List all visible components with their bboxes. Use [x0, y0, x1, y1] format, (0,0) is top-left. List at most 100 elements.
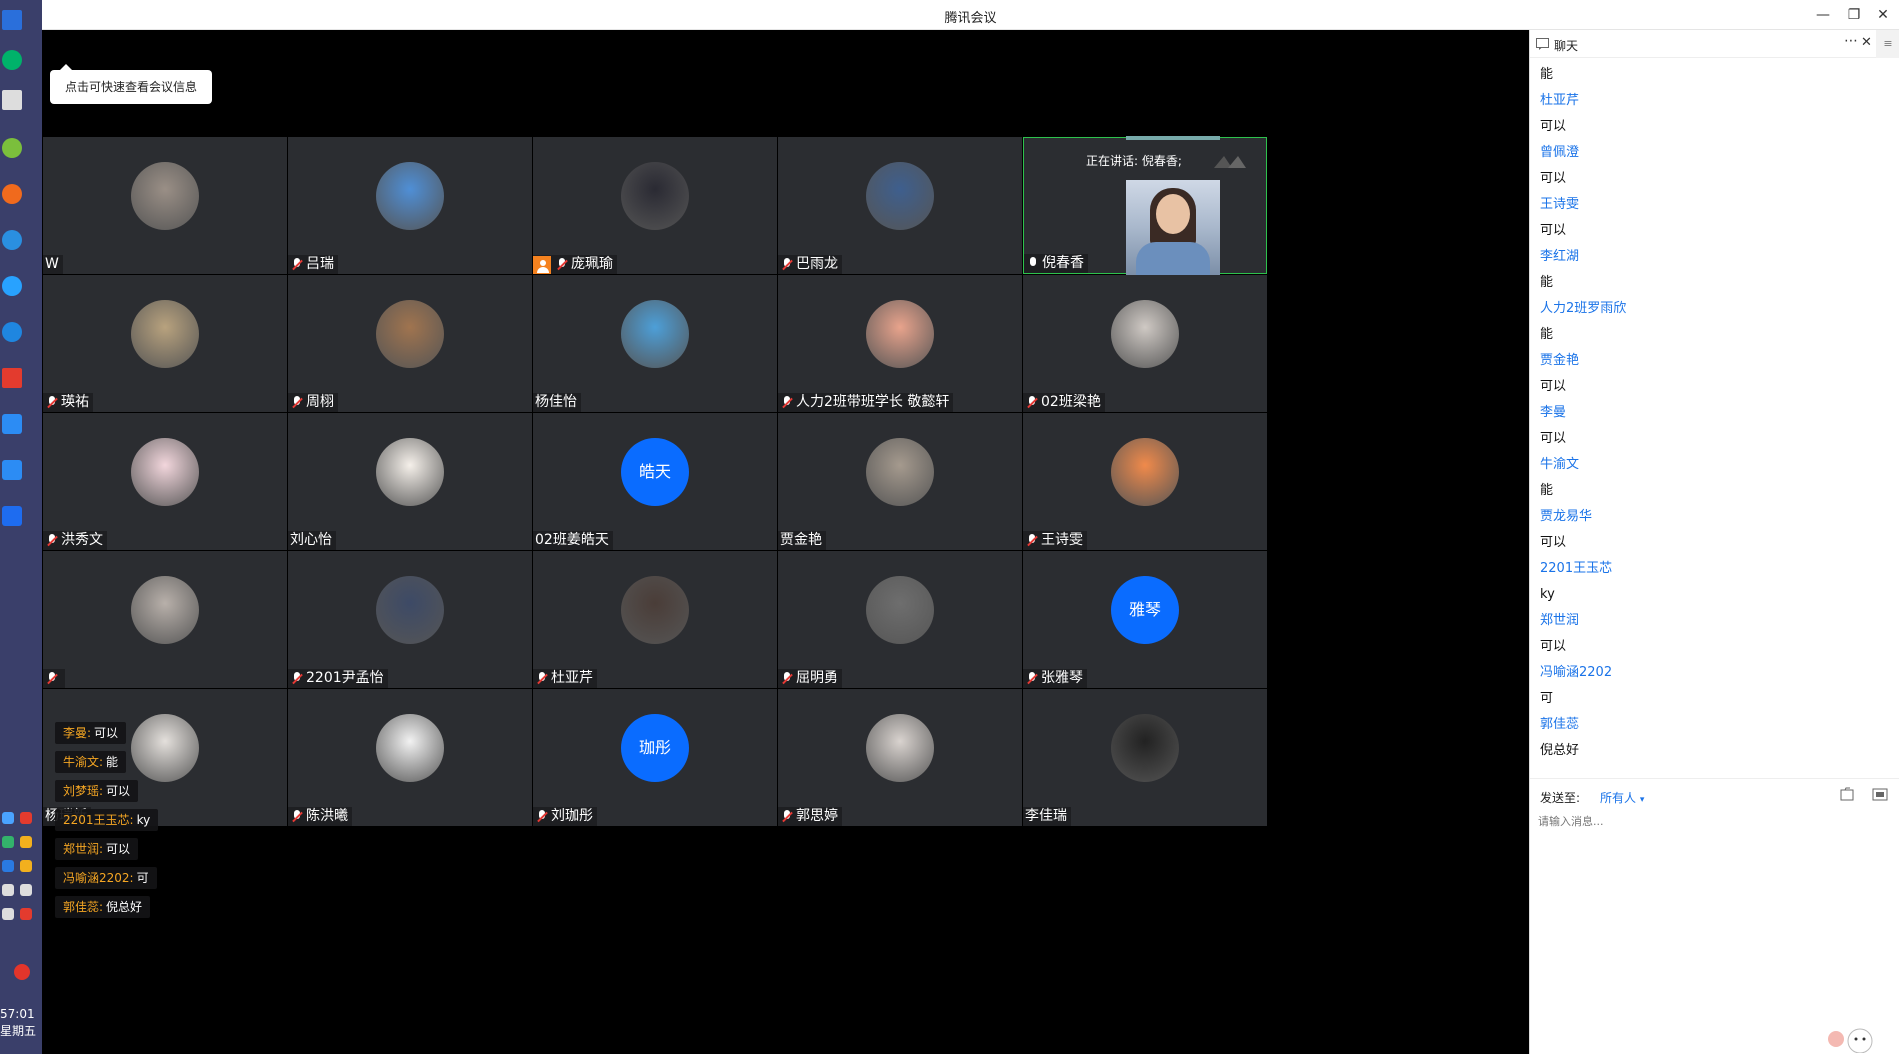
participant-tile[interactable] — [43, 551, 287, 688]
participant-tile[interactable]: 杨佳怡 — [533, 275, 777, 412]
chat-sender-name[interactable]: 郭佳蕊 — [1540, 712, 1880, 738]
send-to-dropdown[interactable]: 所有人 ▾ — [1600, 789, 1644, 806]
chat-input[interactable] — [1538, 809, 1878, 833]
avatar — [621, 300, 689, 368]
participant-tile[interactable]: 杜亚芹 — [533, 551, 777, 688]
file-icon[interactable] — [1840, 787, 1856, 801]
participant-tile[interactable]: 02班梁艳 — [1023, 275, 1267, 412]
participant-name-tag: 庞珮瑜 — [533, 255, 617, 274]
participant-tile[interactable]: 刘心怡 — [288, 413, 532, 550]
chat-sender-name[interactable]: 郑世润 — [1540, 608, 1880, 634]
sogou-input-icon[interactable] — [14, 964, 30, 980]
clock-time: 57:01 — [0, 1007, 35, 1021]
participant-tile[interactable]: 雅琴 张雅琴 — [1023, 551, 1267, 688]
tray-icon[interactable] — [20, 908, 32, 920]
chat-sender-name[interactable]: 2201王玉芯 — [1540, 556, 1880, 582]
chat-sender-name[interactable]: 冯喻涵2202 — [1540, 660, 1880, 686]
participant-tile[interactable]: 屈明勇 — [778, 551, 1022, 688]
sidebar-menu-icon[interactable]: ≡ — [1876, 30, 1899, 58]
tray-wps-icon[interactable] — [20, 812, 32, 824]
participant-tile[interactable]: 瑛祐 — [43, 275, 287, 412]
screenshot-icon[interactable] — [1872, 787, 1888, 801]
chat-close-icon[interactable]: ✕ — [1861, 35, 1872, 50]
chat-message-text: 能 — [1540, 67, 1554, 82]
participant-name-tag: 屈明勇 — [778, 669, 842, 688]
wechat-app-icon[interactable] — [2, 138, 22, 158]
mic-muted-icon — [780, 257, 794, 273]
network-icon[interactable] — [2, 908, 14, 920]
chat-message-text: 可以 — [1540, 639, 1567, 654]
windows-start-icon[interactable] — [2, 10, 22, 30]
participant-tile[interactable]: 周栩 — [288, 275, 532, 412]
close-button[interactable]: ✕ — [1872, 4, 1894, 26]
participant-name-tag — [43, 669, 65, 688]
volume-mute-icon[interactable] — [20, 884, 32, 896]
participant-name: 刘心怡 — [290, 532, 332, 548]
participant-tile[interactable]: 陈洪曦 — [288, 689, 532, 826]
restore-button[interactable]: ❐ — [1843, 4, 1865, 26]
qq-browser-icon[interactable] — [2, 276, 22, 296]
meeting-info-tooltip[interactable]: 点击可快速查看会议信息 — [50, 64, 212, 104]
participant-tile[interactable]: 郭思婷 — [778, 689, 1022, 826]
task-view-icon[interactable] — [2, 90, 22, 110]
participant-tile[interactable]: W — [43, 137, 287, 274]
minimize-button[interactable]: — — [1812, 4, 1834, 26]
sogou-browser-icon[interactable] — [2, 230, 22, 250]
tray-icon[interactable] — [2, 812, 14, 824]
participant-name-tag: 人力2班带班学长 敬懿轩 — [778, 393, 954, 412]
participant-tile[interactable]: 2201尹孟怡 — [288, 551, 532, 688]
chat-sender-name[interactable]: 牛渝文 — [1540, 452, 1880, 478]
chat-sender-name[interactable]: 人力2班罗雨欣 — [1540, 296, 1880, 322]
participant-tile[interactable]: 洪秀文 — [43, 413, 287, 550]
participant-tile[interactable]: 人力2班带班学长 敬懿轩 — [778, 275, 1022, 412]
participant-tile[interactable]: 庞珮瑜 — [533, 137, 777, 274]
participant-tile[interactable]: 李佳瑞 — [1023, 689, 1267, 826]
tencent-meeting-icon[interactable] — [2, 414, 22, 434]
participant-tile[interactable]: 贾金艳 — [778, 413, 1022, 550]
chat-sender-name[interactable]: 李红湖 — [1540, 244, 1880, 270]
participant-tile[interactable]: 皓天 02班姜皓天 — [533, 413, 777, 550]
chat-sender-name[interactable]: 曾佩澄 — [1540, 140, 1880, 166]
participant-tile[interactable]: 正在讲话: 倪春香; 倪春香 — [1023, 136, 1267, 300]
tencent-meeting-icon-2[interactable] — [2, 460, 22, 480]
clock-day: 星期五 — [0, 1024, 37, 1038]
mascot-sticker-icon — [1828, 1028, 1873, 1053]
chat-message-text: 可以 — [1540, 535, 1567, 550]
participant-tile[interactable]: 王诗雯 — [1023, 413, 1267, 550]
chat-sender-name[interactable]: 贾金艳 — [1540, 348, 1880, 374]
chat-sender-name[interactable]: 李曼 — [1540, 400, 1880, 426]
tray-shield-icon[interactable] — [20, 860, 32, 872]
chat-message-list[interactable]: 能杜亚芹 可以 曾佩澄 可以 王诗雯 可以 李红湖能人力2班罗雨欣能贾金艳 可以 李曼 可以 牛渝文… — [1540, 62, 1880, 764]
avatar — [376, 714, 444, 782]
feishu-icon[interactable] — [2, 506, 22, 526]
avatar — [866, 714, 934, 782]
chat-sender-name[interactable]: 贾龙易华 — [1540, 504, 1880, 530]
mic-muted-icon — [45, 671, 59, 687]
firefox-icon[interactable] — [2, 184, 22, 204]
participant-name-tag: 刘心怡 — [288, 531, 336, 550]
edge-icon[interactable] — [2, 322, 22, 342]
wps-icon[interactable] — [2, 368, 22, 388]
participant-name-tag: 李佳瑞 — [1023, 807, 1071, 826]
participant-tile[interactable]: 珈彤 刘珈彤 — [533, 689, 777, 826]
chat-message-text: 可以 — [1540, 379, 1567, 394]
tray-icon[interactable] — [20, 836, 32, 848]
taskbar-clock[interactable]: 57:01 星期五 — [0, 1006, 42, 1040]
chat-message-text: 能 — [1540, 275, 1554, 290]
tray-icon[interactable] — [2, 860, 14, 872]
avatar — [131, 438, 199, 506]
participant-tile[interactable]: 吕瑞 — [288, 137, 532, 274]
more-options-icon[interactable]: ⋯ — [1844, 33, 1858, 49]
tray-icon[interactable] — [2, 836, 14, 848]
search-icon[interactable] — [2, 50, 22, 70]
chat-sender-name[interactable]: 王诗雯 — [1540, 192, 1880, 218]
chat-message-text: 可以 — [1540, 171, 1567, 186]
tray-icon[interactable] — [2, 884, 14, 896]
participant-tile[interactable]: 巴雨龙 — [778, 137, 1022, 274]
participant-name: 周栩 — [306, 394, 334, 410]
participant-name-tag: 倪春香 — [1024, 254, 1088, 273]
avatar — [1111, 714, 1179, 782]
chat-sender-name[interactable]: 杜亚芹 — [1540, 88, 1880, 114]
bubble-text: 倪总好 — [106, 900, 143, 914]
bubble-sender: 郭佳蕊: — [63, 900, 104, 914]
